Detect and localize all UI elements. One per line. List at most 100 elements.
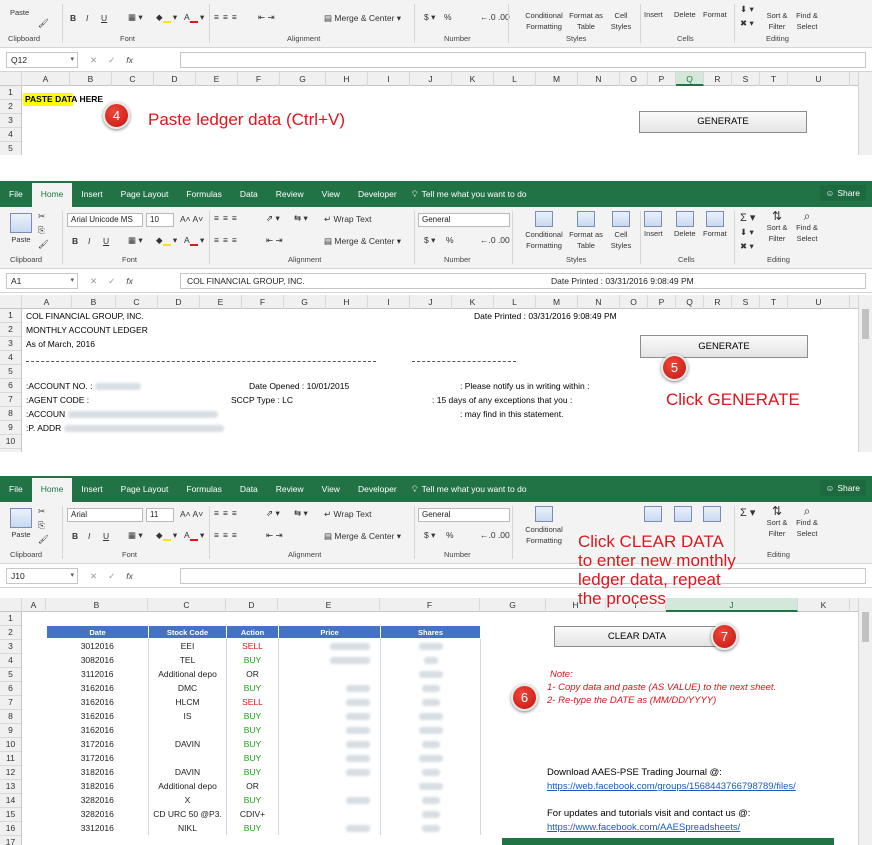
cell-price[interactable] — [278, 680, 381, 695]
column-header[interactable]: G — [480, 598, 546, 612]
cell-stock-code[interactable]: TEL — [148, 652, 227, 667]
vertical-align-buttons[interactable]: ≡≡≡ — [214, 508, 241, 518]
column-header[interactable]: S — [732, 72, 760, 86]
tab-developer[interactable]: Developer — [349, 181, 406, 207]
font-color-icon[interactable]: A ▾ — [184, 12, 204, 23]
cut-icon[interactable]: ✂ — [38, 506, 45, 517]
cell-date[interactable]: 3082016 — [46, 652, 149, 667]
name-box[interactable]: A1 ▾ — [6, 273, 78, 289]
underline-button[interactable]: U — [101, 13, 107, 23]
cell-price[interactable] — [278, 694, 381, 709]
cancel-icon[interactable]: ✕ — [90, 571, 108, 581]
row-header[interactable]: 15 — [0, 808, 21, 822]
column-header[interactable]: D — [154, 72, 196, 86]
enter-icon[interactable]: ✓ — [108, 276, 126, 286]
conditional-formatting-button[interactable]: Conditional Formatting — [514, 10, 574, 32]
fx-icon[interactable]: fx — [126, 276, 133, 286]
select-all-corner[interactable] — [0, 295, 22, 309]
find-select-button[interactable]: ⌕ Find & Select — [792, 505, 822, 539]
cell-stock-code[interactable] — [148, 722, 227, 737]
share-button[interactable]: ☺ Share — [819, 185, 866, 201]
column-header[interactable]: O — [620, 295, 648, 309]
table-row[interactable]: 3182016 Additional depo OR — [46, 778, 481, 793]
row-header[interactable]: 11 — [0, 752, 21, 766]
agent-code-label[interactable]: :AGENT CODE : — [26, 395, 89, 405]
column-header[interactable]: C — [112, 72, 154, 86]
column-header[interactable]: F — [238, 72, 280, 86]
cell-date[interactable]: 3312016 — [46, 820, 149, 835]
cell-action[interactable]: BUY — [226, 722, 279, 737]
download-link[interactable]: https://web.facebook.com/groups/15684437… — [547, 781, 796, 792]
vertical-align-buttons[interactable]: ≡≡≡ — [214, 213, 241, 223]
tab-view[interactable]: View — [313, 476, 349, 502]
font-size-select[interactable]: 10 — [146, 213, 174, 227]
column-header[interactable]: M — [536, 72, 578, 86]
cell-shares[interactable] — [380, 806, 481, 821]
column-header[interactable]: P — [648, 295, 676, 309]
wrap-text-button[interactable]: ↵ Wrap Text — [324, 509, 371, 520]
scrollbar-thumb[interactable] — [862, 309, 869, 339]
column-header[interactable]: E — [278, 598, 380, 612]
select-all-corner[interactable] — [0, 598, 22, 612]
address-label[interactable]: :P. ADDR — [26, 423, 224, 433]
exceptions-text[interactable]: : 15 days of any exceptions that you : — [432, 395, 572, 405]
orientation-icon[interactable]: ⇗ ▾ — [266, 213, 280, 224]
cell-date[interactable]: 3182016 — [46, 764, 149, 779]
column-header[interactable]: R — [704, 72, 732, 86]
row-header[interactable]: 8 — [0, 407, 21, 421]
cell-action[interactable]: SELL — [226, 694, 279, 709]
cut-icon[interactable]: ✂ — [38, 211, 45, 222]
format-painter-icon[interactable]: 🖌 — [38, 239, 49, 250]
column-header[interactable]: C — [116, 295, 158, 309]
cell-action[interactable]: SELL — [226, 638, 279, 653]
table-row[interactable]: 3112016 Additional depo OR — [46, 666, 481, 681]
cancel-icon[interactable]: ✕ — [90, 55, 108, 65]
share-button[interactable]: ☺ Share — [819, 480, 866, 496]
cell-price[interactable] — [278, 806, 381, 821]
merge-center-button[interactable]: ▤ Merge & Center ▾ — [324, 13, 401, 24]
column-header[interactable]: F — [242, 295, 284, 309]
cell-action[interactable]: BUY — [226, 820, 279, 835]
cell-stock-code[interactable]: DMC — [148, 680, 227, 695]
cell-shares[interactable] — [380, 638, 481, 653]
row-header[interactable]: 17 — [0, 836, 21, 845]
column-header[interactable]: B — [46, 598, 148, 612]
row-header[interactable]: 10 — [0, 738, 21, 752]
paste-button[interactable]: Paste — [10, 8, 29, 17]
fill-icon[interactable]: ⬇ ▾ — [740, 227, 754, 238]
autosum-icon[interactable]: Σ ▾ — [740, 211, 755, 224]
percent-button[interactable]: % — [444, 12, 452, 22]
row-header[interactable]: 7 — [0, 393, 21, 407]
cell-action[interactable]: BUY — [226, 708, 279, 723]
cell-price[interactable] — [278, 764, 381, 779]
table-row[interactable]: 3172016 DAVIN BUY — [46, 736, 481, 751]
row-header[interactable]: 5 — [0, 142, 21, 155]
delete-cells-button[interactable]: Delete — [674, 211, 696, 238]
as-of-date[interactable]: As of March, 2016 — [26, 339, 95, 349]
tab-insert[interactable]: Insert — [72, 181, 111, 207]
cell-stock-code[interactable]: Additional depo — [148, 666, 227, 681]
bold-button[interactable]: B — [70, 13, 76, 23]
may-find-text[interactable]: : may find in this statement. — [460, 409, 563, 419]
row-header[interactable]: 9 — [0, 724, 21, 738]
table-row[interactable]: 3082016 TEL BUY — [46, 652, 481, 667]
row-header[interactable]: 6 — [0, 379, 21, 393]
formula-input[interactable]: COL FINANCIAL GROUP, INC. Date Printed : … — [180, 273, 866, 289]
merge-center-button[interactable]: ▤ Merge & Center ▾ — [324, 531, 401, 542]
row-header[interactable]: 2 — [0, 626, 21, 640]
cell-price[interactable] — [278, 792, 381, 807]
generate-button[interactable]: GENERATE — [640, 335, 808, 358]
format-cells-button[interactable]: Format — [703, 10, 727, 19]
format-cells-button[interactable]: Format — [703, 211, 727, 238]
row-header[interactable]: 6 — [0, 682, 21, 696]
cell-date[interactable]: 3162016 — [46, 694, 149, 709]
cell-shares[interactable] — [380, 736, 481, 751]
cell-action[interactable]: OR — [226, 778, 279, 793]
cell-shares[interactable] — [380, 652, 481, 667]
tab-page-layout[interactable]: Page Layout — [112, 181, 178, 207]
column-header[interactable]: K — [452, 295, 494, 309]
cell-action[interactable]: BUY — [226, 652, 279, 667]
clear-data-button[interactable]: CLEAR DATA — [554, 626, 720, 647]
cell-date[interactable]: 3282016 — [46, 792, 149, 807]
cell-date[interactable]: 3162016 — [46, 680, 149, 695]
